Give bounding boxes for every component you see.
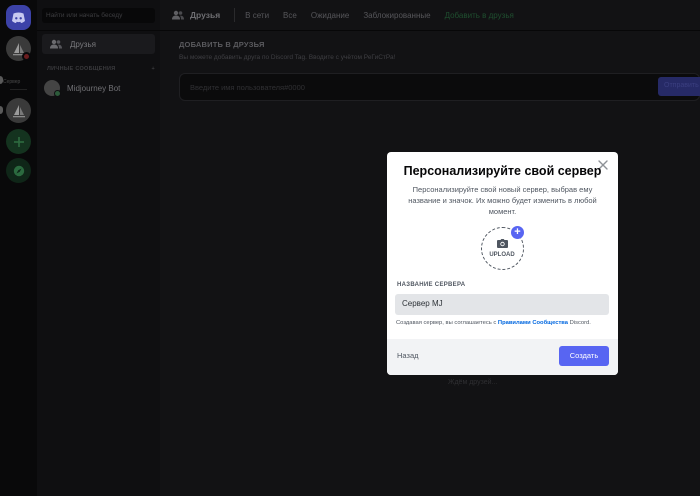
friends-icon <box>172 10 184 20</box>
modal-title: Персонализируйте свой сервер <box>403 164 602 178</box>
server-rail: Сервер <box>0 0 37 496</box>
avatar <box>44 80 61 97</box>
back-button[interactable]: Назад <box>397 351 419 360</box>
add-friend-description: Вы можете добавить друга по Discord Tag.… <box>179 54 396 61</box>
search-input[interactable]: Найти или начать беседу <box>42 8 155 23</box>
divider <box>234 8 236 22</box>
friends-icon <box>50 39 62 49</box>
empty-state-text: Ждём друзей... <box>448 379 498 386</box>
camera-icon <box>497 239 508 248</box>
dm-header: ЛИЧНЫЕ СООБЩЕНИЯ + <box>47 66 155 72</box>
tab-all[interactable]: Все <box>283 11 297 20</box>
page-title: Друзья <box>190 10 221 20</box>
home-button[interactable] <box>6 5 31 30</box>
tab-add-friend[interactable]: Добавить в друзья <box>445 11 514 20</box>
compass-icon <box>13 165 24 176</box>
server-name-label: НАЗВАНИЕ СЕРВЕРА <box>397 282 466 288</box>
create-button[interactable]: Создать <box>559 346 609 366</box>
terms-suffix: Discord. <box>568 320 591 326</box>
tab-blocked[interactable]: Заблокированные <box>363 11 430 20</box>
divider <box>37 30 160 31</box>
community-guidelines-link[interactable]: Правилами Сообщества <box>498 320 568 326</box>
tab-pending[interactable]: Ожидание <box>311 11 350 20</box>
send-friend-request-button[interactable]: Отправить запрос дружбы <box>658 77 700 96</box>
notification-badge <box>22 52 31 61</box>
selected-pill <box>0 106 3 114</box>
upload-icon-button[interactable]: UPLOAD + <box>481 226 524 270</box>
sidebar-item-label: Друзья <box>70 39 96 49</box>
rail-divider <box>10 89 27 90</box>
dm-list-item[interactable]: Midjourney Bot <box>44 78 155 98</box>
topbar: Друзья В сети Все Ожидание Заблокированн… <box>160 0 700 31</box>
modal-description: Персонализируйте свой новый сервер, выбр… <box>408 185 597 216</box>
terms-notice: Создавая сервер, вы соглашаетесь с Прави… <box>396 320 591 326</box>
discord-logo-icon <box>12 12 25 23</box>
server-icon[interactable] <box>6 98 31 123</box>
upload-label: UPLOAD <box>489 252 515 258</box>
server-name-label: Сервер <box>3 79 21 85</box>
plus-icon <box>13 136 24 147</box>
dm-sidebar: Найти или начать беседу Друзья ЛИЧНЫЕ СО… <box>37 0 160 496</box>
create-dm-button[interactable]: + <box>151 66 155 72</box>
server-name-input[interactable]: Сервер MJ <box>395 294 609 315</box>
sidebar-item-friends[interactable]: Друзья <box>42 34 155 54</box>
add-server-button[interactable] <box>6 129 31 154</box>
explore-servers-button[interactable] <box>6 158 31 183</box>
dm-username: Midjourney Bot <box>67 83 121 93</box>
sailboat-icon <box>12 104 25 117</box>
tab-online[interactable]: В сети <box>245 11 269 20</box>
terms-prefix: Создавая сервер, вы соглашаетесь с <box>396 320 498 326</box>
add-friend-input[interactable]: Введите имя пользователя#0000 <box>179 73 700 101</box>
dm-header-label: ЛИЧНЫЕ СООБЩЕНИЯ <box>47 66 116 72</box>
add-friend-heading: ДОБАВИТЬ В ДРУЗЬЯ <box>179 40 265 49</box>
plus-icon: + <box>511 226 524 239</box>
modal-footer: Назад Создать <box>387 339 618 375</box>
discord-app: Сервер Найти или начать беседу Друзья ЛИ… <box>0 0 700 496</box>
create-server-modal: Персонализируйте свой сервер Персонализи… <box>387 152 618 375</box>
